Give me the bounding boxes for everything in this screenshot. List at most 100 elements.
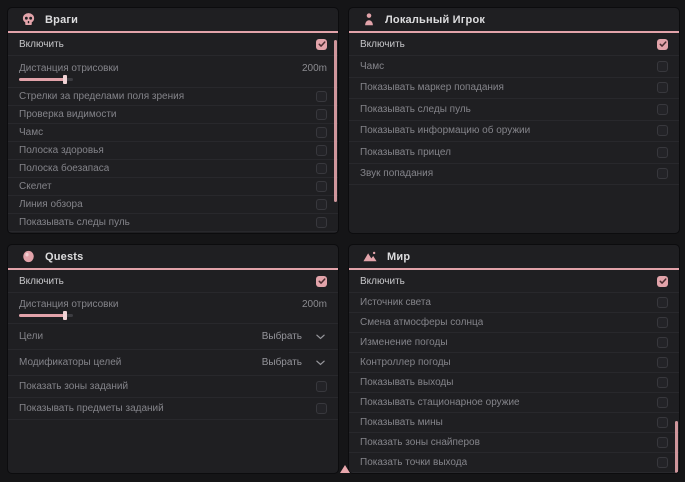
row-label: Показывать маркер попадания <box>360 82 504 93</box>
panel-title: Quests <box>45 251 84 263</box>
select-dropdown[interactable]: Выбрать <box>262 357 327 368</box>
checkbox-unchecked[interactable] <box>657 168 668 179</box>
row-checkbox[interactable]: Включить <box>8 33 338 56</box>
row-label: Линия обзора <box>19 199 83 210</box>
row-checkbox[interactable]: Скелет <box>8 178 338 196</box>
checkbox-unchecked[interactable] <box>657 457 668 468</box>
chevron-down-icon <box>316 360 325 366</box>
row-checkbox[interactable]: Показывать мины <box>349 413 679 433</box>
row-checkbox[interactable]: Показывать маркер попадания <box>349 78 679 100</box>
row-checkbox[interactable]: Линия обзора <box>8 196 338 214</box>
row-checkbox[interactable]: Показать зоны заданий <box>8 376 338 398</box>
slider-thumb[interactable] <box>63 75 67 84</box>
checkbox-checked[interactable] <box>316 39 327 50</box>
checkbox-unchecked[interactable] <box>316 109 327 120</box>
checkbox-unchecked[interactable] <box>657 61 668 72</box>
row-label: Показать зоны снайперов <box>360 437 480 448</box>
checkbox-unchecked[interactable] <box>657 297 668 308</box>
panel-header: Мир <box>349 245 679 270</box>
panel-rows: Включить Дистанция отрисовки200m Стрелки з… <box>8 33 338 232</box>
scrollbar-thumb[interactable] <box>675 421 678 473</box>
row-checkbox[interactable]: Чамс <box>349 56 679 78</box>
panel-header: Локальный Игрок <box>349 8 679 33</box>
row-label: Показать точки выхода <box>360 457 467 468</box>
row-checkbox[interactable]: Включить <box>349 270 679 293</box>
checkbox-unchecked[interactable] <box>657 147 668 158</box>
row-checkbox[interactable]: Показать зоны снайперов <box>349 433 679 453</box>
checkbox-unchecked[interactable] <box>316 381 327 392</box>
checkbox-unchecked[interactable] <box>316 127 327 138</box>
row-slider[interactable]: Дистанция отрисовки200m <box>8 56 338 88</box>
row-checkbox[interactable]: Проверка видимости <box>8 106 338 124</box>
checkbox-checked[interactable] <box>316 276 327 287</box>
checkbox-unchecked[interactable] <box>316 181 327 192</box>
checkbox-unchecked[interactable] <box>657 357 668 368</box>
row-label: Включить <box>19 39 64 50</box>
row-label: Показывать следы пуль <box>360 104 471 115</box>
row-checkbox[interactable]: Включить <box>349 33 679 56</box>
panel-world: Мир Включить Источник светаСмена атмосферы… <box>349 245 679 473</box>
panel-quests: Quests ВключитьДистанция отрисовки200mЦел… <box>8 245 338 473</box>
checkbox-unchecked[interactable] <box>657 417 668 428</box>
row-checkbox[interactable]: Смена атмосферы солнца <box>349 313 679 333</box>
row-label: Чамс <box>19 127 43 138</box>
checkbox-checked[interactable] <box>657 39 668 50</box>
checkbox-unchecked[interactable] <box>316 163 327 174</box>
slider-fill <box>19 314 65 317</box>
row-slider[interactable]: Дистанция отрисовки200m <box>8 293 338 324</box>
row-checkbox[interactable]: Показывать следы пуль <box>8 214 338 232</box>
checkbox-unchecked[interactable] <box>316 403 327 414</box>
row-checkbox[interactable]: Изменение погоды <box>349 333 679 353</box>
row-checkbox[interactable]: Источник света <box>349 293 679 313</box>
row-checkbox[interactable]: Показывать прицел <box>349 142 679 164</box>
row-checkbox[interactable]: Полоска боезапаса <box>8 160 338 178</box>
checkbox-unchecked[interactable] <box>657 377 668 388</box>
panel-header: Quests <box>8 245 338 270</box>
quest-icon <box>21 249 36 264</box>
row-checkbox[interactable]: Включить <box>8 270 338 293</box>
cursor-triangle <box>340 465 350 473</box>
slider-label-row: Дистанция отрисовки200m <box>19 63 327 74</box>
checkbox-unchecked[interactable] <box>316 199 327 210</box>
row-label: Включить <box>360 276 405 287</box>
mountain-icon <box>362 249 378 264</box>
row-checkbox[interactable]: Показывать выходы <box>349 373 679 393</box>
row-checkbox[interactable]: Показывать следы пуль <box>349 99 679 121</box>
row-checkbox[interactable]: Чамс <box>8 124 338 142</box>
checkbox-unchecked[interactable] <box>657 82 668 93</box>
select-value: Выбрать <box>262 331 302 342</box>
row-label: Скелет <box>19 181 52 192</box>
row-checkbox[interactable]: Звук попадания <box>349 164 679 186</box>
row-checkbox[interactable]: Показать точки выхода <box>349 453 679 473</box>
checkbox-unchecked[interactable] <box>657 317 668 328</box>
row-select[interactable]: ЦелиВыбрать <box>8 324 338 350</box>
row-checkbox[interactable]: Полоска здоровья <box>8 142 338 160</box>
checkbox-unchecked[interactable] <box>657 125 668 136</box>
row-checkbox[interactable]: Показывать информацию об оружии <box>349 121 679 143</box>
scrollbar-thumb[interactable] <box>334 40 337 202</box>
slider-value: 200m <box>302 299 327 310</box>
checkbox-unchecked[interactable] <box>657 397 668 408</box>
checkbox-unchecked[interactable] <box>316 217 327 228</box>
select-dropdown[interactable]: Выбрать <box>262 331 327 342</box>
row-checkbox[interactable]: Стрелки за пределами поля зрения <box>8 88 338 106</box>
slider-thumb[interactable] <box>63 311 67 320</box>
slider-track[interactable] <box>19 314 73 317</box>
checkbox-unchecked[interactable] <box>657 104 668 115</box>
panel-header: Враги <box>8 8 338 33</box>
panel-local-player: Локальный ИгрокВключить Чамс Показывать ма… <box>349 8 679 233</box>
checkbox-unchecked[interactable] <box>657 437 668 448</box>
row-checkbox[interactable]: Контроллер погоды <box>349 353 679 373</box>
row-select[interactable]: Модификаторы целейВыбрать <box>8 350 338 376</box>
checkbox-unchecked[interactable] <box>316 145 327 156</box>
row-checkbox[interactable]: Показывать стационарное оружие <box>349 393 679 413</box>
panel-rows: ВключитьДистанция отрисовки200mЦелиВыбра… <box>8 270 338 420</box>
checkbox-unchecked[interactable] <box>657 337 668 348</box>
checkbox-unchecked[interactable] <box>316 91 327 102</box>
panel-rows: Включить Чамс Показывать маркер попадания П… <box>349 33 679 185</box>
row-label: Чамс <box>360 61 384 72</box>
checkbox-checked[interactable] <box>657 276 668 287</box>
row-label: Показать зоны заданий <box>19 381 128 392</box>
row-checkbox[interactable]: Показывать предметы заданий <box>8 398 338 420</box>
slider-track[interactable] <box>19 78 73 81</box>
